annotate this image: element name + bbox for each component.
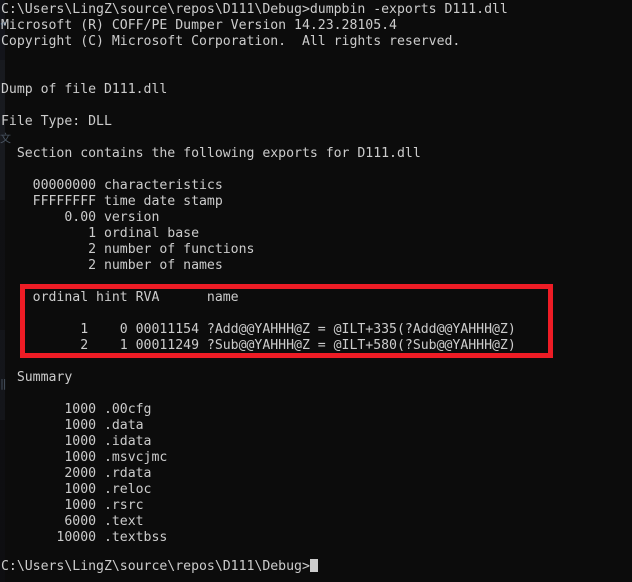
export-field-version: 0.00 version	[1, 210, 160, 225]
summary-row-idata: 1000 .idata	[1, 434, 152, 449]
export-field-number-of-names: 2 number of names	[1, 258, 223, 273]
exports-table-row: 2 1 00011249 ?Sub@@YAHHH@Z = @ILT+580(?S…	[1, 338, 516, 353]
banner-line-2: Copyright (C) Microsoft Corporation. All…	[1, 34, 461, 49]
final-prompt-text: C:\Users\LingZ\source\repos\D111\Debug>	[1, 559, 310, 574]
summary-row-rdata: 2000 .rdata	[1, 466, 152, 481]
summary-row-00cfg: 1000 .00cfg	[1, 402, 152, 417]
export-field-time-date-stamp: FFFFFFFF time date stamp	[1, 194, 223, 209]
exports-table-header-row: ordinal hint RVA name	[1, 290, 239, 305]
summary-row-rsrc: 1000 .rsrc	[1, 498, 144, 513]
summary-row-reloc: 1000 .reloc	[1, 482, 152, 497]
final-prompt-line[interactable]: C:\Users\LingZ\source\repos\D111\Debug>	[1, 559, 318, 575]
export-field-number-of-functions: 2 number of functions	[1, 242, 255, 257]
command-prompt-line: C:\Users\LingZ\source\repos\D111\Debug>d…	[1, 2, 508, 17]
summary-row-msvcjmc: 1000 .msvcjmc	[1, 450, 168, 465]
exports-table-row: 1 0 00011154 ?Add@@YAHHH@Z = @ILT+335(?A…	[1, 322, 516, 337]
export-field-characteristics: 00000000 characteristics	[1, 178, 223, 193]
console-text-buffer: C:\Users\LingZ\source\repos\D111\Debug>d…	[0, 0, 632, 582]
summary-row-data: 1000 .data	[1, 418, 144, 433]
banner-line-1: Microsoft (R) COFF/PE Dumper Version 14.…	[1, 18, 397, 33]
summary-row-text: 6000 .text	[1, 514, 144, 529]
export-field-ordinal-base: 1 ordinal base	[1, 226, 199, 241]
console-window[interactable]: « 文 ‖ C:\Users\LingZ\source\repos\D111\D…	[0, 0, 632, 582]
summary-row-textbss: 10000 .textbss	[1, 530, 168, 545]
dump-section-line: Section contains the following exports f…	[1, 146, 421, 161]
text-cursor	[309, 559, 318, 572]
dump-file-line: Dump of file D111.dll	[1, 82, 168, 97]
dump-file-type-line: File Type: DLL	[1, 114, 112, 129]
summary-title: Summary	[1, 370, 73, 385]
